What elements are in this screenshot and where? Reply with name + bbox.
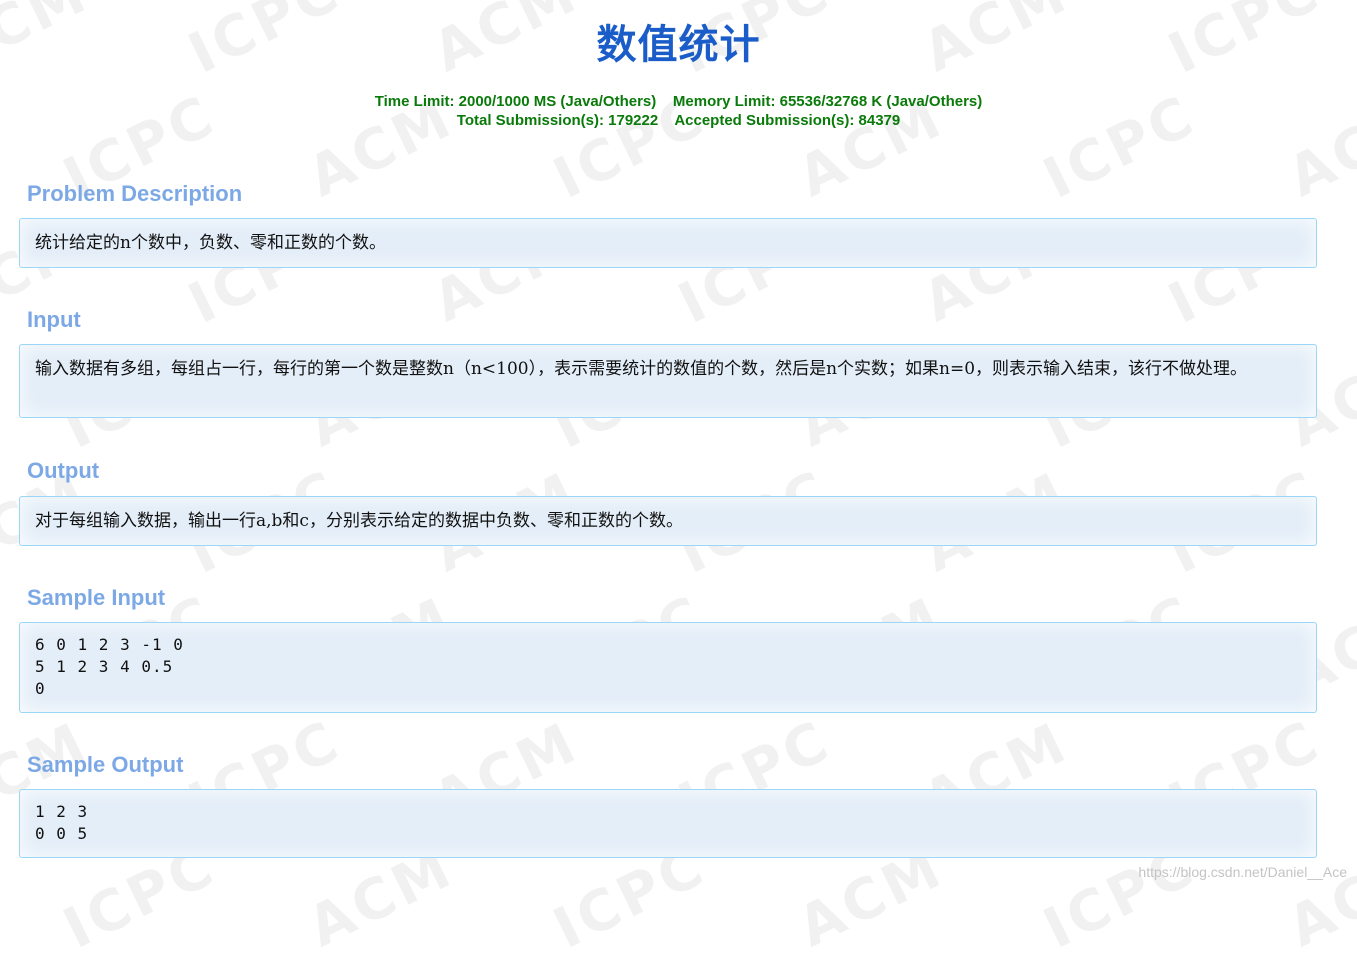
problem-limits: Time Limit: 2000/1000 MS (Java/Others) M… bbox=[0, 92, 1357, 130]
sample-output-heading: Sample Output bbox=[27, 752, 184, 777]
problem-page: 数值统计 Time Limit: 2000/1000 MS (Java/Othe… bbox=[0, 0, 1357, 888]
sample-input-panel: 6 0 1 2 3 -1 0 5 1 2 3 4 0.5 0 bbox=[19, 622, 1317, 713]
input-panel: 输入数据有多组，每组占一行，每行的第一个数是整数n（n<100），表示需要统计的… bbox=[19, 344, 1317, 418]
input-text: 输入数据有多组，每组占一行，每行的第一个数是整数n（n<100），表示需要统计的… bbox=[35, 359, 1248, 379]
description-heading: Problem Description bbox=[27, 181, 243, 206]
output-text: 对于每组输入数据，输出一行a,b和c，分别表示给定的数据中负数、零和正数的个数。 bbox=[35, 511, 683, 531]
input-heading: Input bbox=[27, 307, 81, 332]
sample-output-panel: 1 2 3 0 0 5 bbox=[19, 789, 1317, 858]
output-panel: 对于每组输入数据，输出一行a,b和c，分别表示给定的数据中负数、零和正数的个数。 bbox=[19, 496, 1317, 546]
limits-line-2: Total Submission(s): 179222 Accepted Sub… bbox=[456, 112, 901, 129]
sample-input-text: 6 0 1 2 3 -1 0 5 1 2 3 4 0.5 0 bbox=[35, 635, 184, 698]
output-heading: Output bbox=[27, 458, 100, 483]
limits-line-1: Time Limit: 2000/1000 MS (Java/Others) M… bbox=[374, 93, 983, 110]
problem-title: 数值统计 bbox=[596, 22, 761, 68]
description-text: 统计给定的n个数中，负数、零和正数的个数。 bbox=[35, 233, 386, 253]
blog-credit: https://blog.csdn.net/Daniel__Ace bbox=[1138, 864, 1347, 880]
sample-input-heading: Sample Input bbox=[27, 585, 166, 610]
sample-output-text: 1 2 3 0 0 5 bbox=[35, 802, 89, 843]
description-panel: 统计给定的n个数中，负数、零和正数的个数。 bbox=[19, 218, 1317, 268]
